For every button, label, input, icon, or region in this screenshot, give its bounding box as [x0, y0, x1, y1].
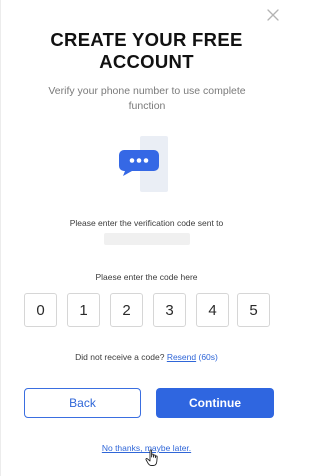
verification-instruction: Please enter the verification code sent …: [69, 218, 224, 228]
code-digit-input[interactable]: 4: [196, 293, 229, 327]
resend-timer: (60s): [198, 352, 218, 362]
continue-button[interactable]: Continue: [156, 388, 274, 418]
masked-phone-number: [104, 233, 190, 245]
resend-row: Did not receive a code? Resend (60s): [1, 352, 292, 362]
hand-cursor-icon: [145, 449, 158, 466]
back-button[interactable]: Back: [24, 388, 141, 418]
modal-title: CREATE YOUR FREE ACCOUNT: [1, 29, 292, 73]
code-label: Plaese enter the code here: [95, 272, 198, 282]
chat-bubble-icon: [119, 150, 159, 176]
resend-prompt: Did not receive a code?: [75, 352, 165, 362]
close-icon: [267, 9, 279, 21]
code-digit-input[interactable]: 1: [67, 293, 100, 327]
code-digit-input[interactable]: 2: [110, 293, 143, 327]
phone-illustration: [118, 136, 178, 192]
signup-verification-modal: CREATE YOUR FREE ACCOUNT Verify your pho…: [0, 0, 292, 476]
modal-subtitle: Verify your phone number to use complete…: [48, 85, 246, 112]
resend-link[interactable]: Resend: [167, 352, 196, 362]
code-input-row: 0 1 2 3 4 5: [24, 293, 270, 327]
title-line-1: CREATE YOUR FREE: [50, 29, 243, 50]
code-digit-input[interactable]: 0: [24, 293, 57, 327]
code-digit-input[interactable]: 3: [153, 293, 186, 327]
title-line-2: ACCOUNT: [99, 51, 194, 72]
close-button[interactable]: [266, 8, 280, 22]
code-digit-input[interactable]: 5: [237, 293, 270, 327]
